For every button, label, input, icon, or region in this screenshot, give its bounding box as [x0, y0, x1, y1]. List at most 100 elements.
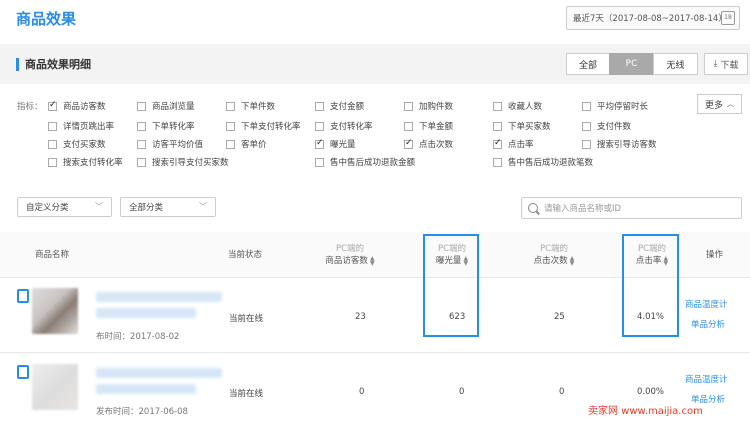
- metric-checkbox[interactable]: 点击率: [493, 138, 534, 150]
- checkbox-icon[interactable]: [137, 121, 146, 131]
- product-thermometer-link[interactable]: 商品温度计: [685, 373, 728, 385]
- download-button[interactable]: ⤓ 下载: [704, 53, 748, 75]
- metric-checkbox[interactable]: 售中售后成功退款笔数: [493, 156, 593, 168]
- publish-time: 发布时间：2017-06-08: [96, 407, 188, 417]
- col-prefix: PC端的: [539, 244, 569, 254]
- calendar-icon[interactable]: 18: [721, 11, 735, 25]
- metric-label: 访客平均价值: [152, 140, 204, 150]
- metric-checkbox[interactable]: 支付金额: [315, 100, 364, 112]
- checkbox-checked-icon[interactable]: [493, 138, 502, 149]
- segment-wireless[interactable]: 无线: [653, 53, 698, 75]
- metric-label: 点击次数: [419, 140, 454, 150]
- metric-label: 下单件数: [241, 102, 276, 112]
- custom-category-value: 自定义分类: [26, 203, 69, 213]
- cell-ctr: 4.01%: [637, 312, 665, 322]
- chevron-up-icon: ︿: [727, 100, 734, 108]
- metric-checkbox[interactable]: 下单买家数: [493, 120, 551, 132]
- checkbox-icon[interactable]: [226, 101, 235, 111]
- checkbox-icon[interactable]: [582, 139, 591, 149]
- checkbox-icon[interactable]: [404, 101, 413, 111]
- item-analysis-link[interactable]: 单品分析: [691, 318, 725, 330]
- metric-checkbox[interactable]: 下单转化率: [137, 120, 195, 132]
- metric-label: 支付金额: [330, 102, 365, 112]
- chevron-down-icon: ﹀: [95, 202, 103, 211]
- metric-checkbox[interactable]: 加购件数: [404, 100, 453, 112]
- metric-label: 客单价: [241, 140, 267, 150]
- checkbox-icon[interactable]: [404, 121, 413, 131]
- segment-all[interactable]: 全部: [566, 53, 610, 75]
- metric-checkbox[interactable]: 下单件数: [226, 100, 275, 112]
- custom-category-select[interactable]: 自定义分类 ﹀: [17, 197, 112, 217]
- checkbox-icon[interactable]: [582, 101, 591, 111]
- checkbox-icon[interactable]: [48, 139, 57, 149]
- metric-checkbox[interactable]: 下单支付转化率: [226, 120, 301, 132]
- metric-checkbox[interactable]: 支付件数: [582, 120, 631, 132]
- checkbox-icon[interactable]: [493, 157, 502, 167]
- checkbox-icon[interactable]: [137, 139, 146, 149]
- date-range-picker[interactable]: 最近7天（2017-08-08~2017-08-14） 18: [566, 6, 740, 30]
- metric-label: 商品访客数: [63, 102, 106, 112]
- checkbox-icon[interactable]: [582, 121, 591, 131]
- metric-checkbox[interactable]: 售中售后成功退款金额: [315, 156, 415, 168]
- sort-icon[interactable]: ▲ ▼: [570, 255, 575, 266]
- sort-icon[interactable]: ▲ ▼: [370, 255, 375, 266]
- product-name[interactable]: [96, 384, 196, 394]
- metric-checkbox[interactable]: 点击次数: [404, 138, 453, 150]
- checkbox-checked-icon[interactable]: [315, 138, 324, 149]
- checkbox-icon[interactable]: [137, 157, 146, 167]
- product-name[interactable]: [96, 292, 222, 302]
- product-thermometer-link[interactable]: 商品温度计: [685, 298, 728, 310]
- product-name[interactable]: [96, 368, 222, 378]
- search-placeholder: 请输入商品名称或ID: [544, 204, 622, 214]
- metric-checkbox[interactable]: 收藏人数: [493, 100, 542, 112]
- product-name[interactable]: [96, 308, 196, 318]
- metric-checkbox[interactable]: 平均停留时长: [582, 100, 648, 112]
- segment-pc[interactable]: PC: [609, 53, 654, 75]
- section-title: 商品效果明细: [16, 58, 91, 71]
- metric-label: 下单转化率: [152, 122, 195, 132]
- cell-clicks: 25: [554, 312, 565, 322]
- search-input[interactable]: 请输入商品名称或ID: [521, 197, 742, 219]
- more-metrics-button[interactable]: 更多 ︿: [697, 94, 742, 114]
- metric-checkbox[interactable]: 商品浏览量: [137, 100, 195, 112]
- col-prefix: PC端的: [335, 244, 365, 254]
- checkbox-checked-icon[interactable]: [48, 100, 57, 111]
- metric-checkbox[interactable]: 详情页跳出率: [48, 120, 114, 132]
- col-header-clicks[interactable]: PC端的 点击次数 ▲ ▼: [524, 243, 584, 267]
- metric-label: 下单支付转化率: [241, 122, 301, 132]
- metric-checkbox[interactable]: 搜索引导访客数: [582, 138, 657, 150]
- metric-checkbox[interactable]: 客单价: [226, 138, 267, 150]
- checkbox-icon[interactable]: [48, 157, 57, 167]
- metric-checkbox[interactable]: 曝光量: [315, 138, 356, 150]
- checkbox-icon[interactable]: [226, 139, 235, 149]
- product-thumbnail[interactable]: [32, 288, 78, 334]
- col-header-visitors[interactable]: PC端的 商品访客数 ▲ ▼: [316, 243, 384, 267]
- metrics-label: 指标：: [17, 102, 43, 112]
- checkbox-icon[interactable]: [493, 101, 502, 111]
- metric-checkbox[interactable]: 访客平均价值: [137, 138, 203, 150]
- checkbox-icon[interactable]: [315, 121, 324, 131]
- metric-checkbox[interactable]: 搜索支付转化率: [48, 156, 123, 168]
- checkbox-checked-icon[interactable]: [404, 138, 413, 149]
- checkbox-icon[interactable]: [137, 101, 146, 111]
- chevron-down-icon: ﹀: [199, 202, 207, 211]
- metric-checkbox[interactable]: 下单金额: [404, 120, 453, 132]
- checkbox-icon[interactable]: [48, 121, 57, 131]
- product-thumbnail[interactable]: [32, 364, 78, 410]
- metric-checkbox[interactable]: 搜索引导支付买家数: [137, 156, 229, 168]
- checkbox-icon[interactable]: [315, 101, 324, 111]
- all-category-value: 全部分类: [129, 203, 164, 213]
- all-category-select[interactable]: 全部分类 ﹀: [120, 197, 216, 217]
- metric-label: 下单买家数: [508, 122, 551, 132]
- checkbox-icon[interactable]: [493, 121, 502, 131]
- search-icon: [528, 203, 538, 213]
- metric-checkbox[interactable]: 支付转化率: [315, 120, 373, 132]
- metric-label: 搜索引导访客数: [597, 140, 657, 150]
- cell-clicks: 0: [559, 387, 565, 397]
- checkbox-icon[interactable]: [315, 157, 324, 167]
- checkbox-icon[interactable]: [226, 121, 235, 131]
- metric-label: 下单金额: [419, 122, 454, 132]
- metric-label: 搜索支付转化率: [63, 158, 123, 168]
- metric-checkbox[interactable]: 支付买家数: [48, 138, 106, 150]
- metric-checkbox[interactable]: 商品访客数: [48, 100, 106, 112]
